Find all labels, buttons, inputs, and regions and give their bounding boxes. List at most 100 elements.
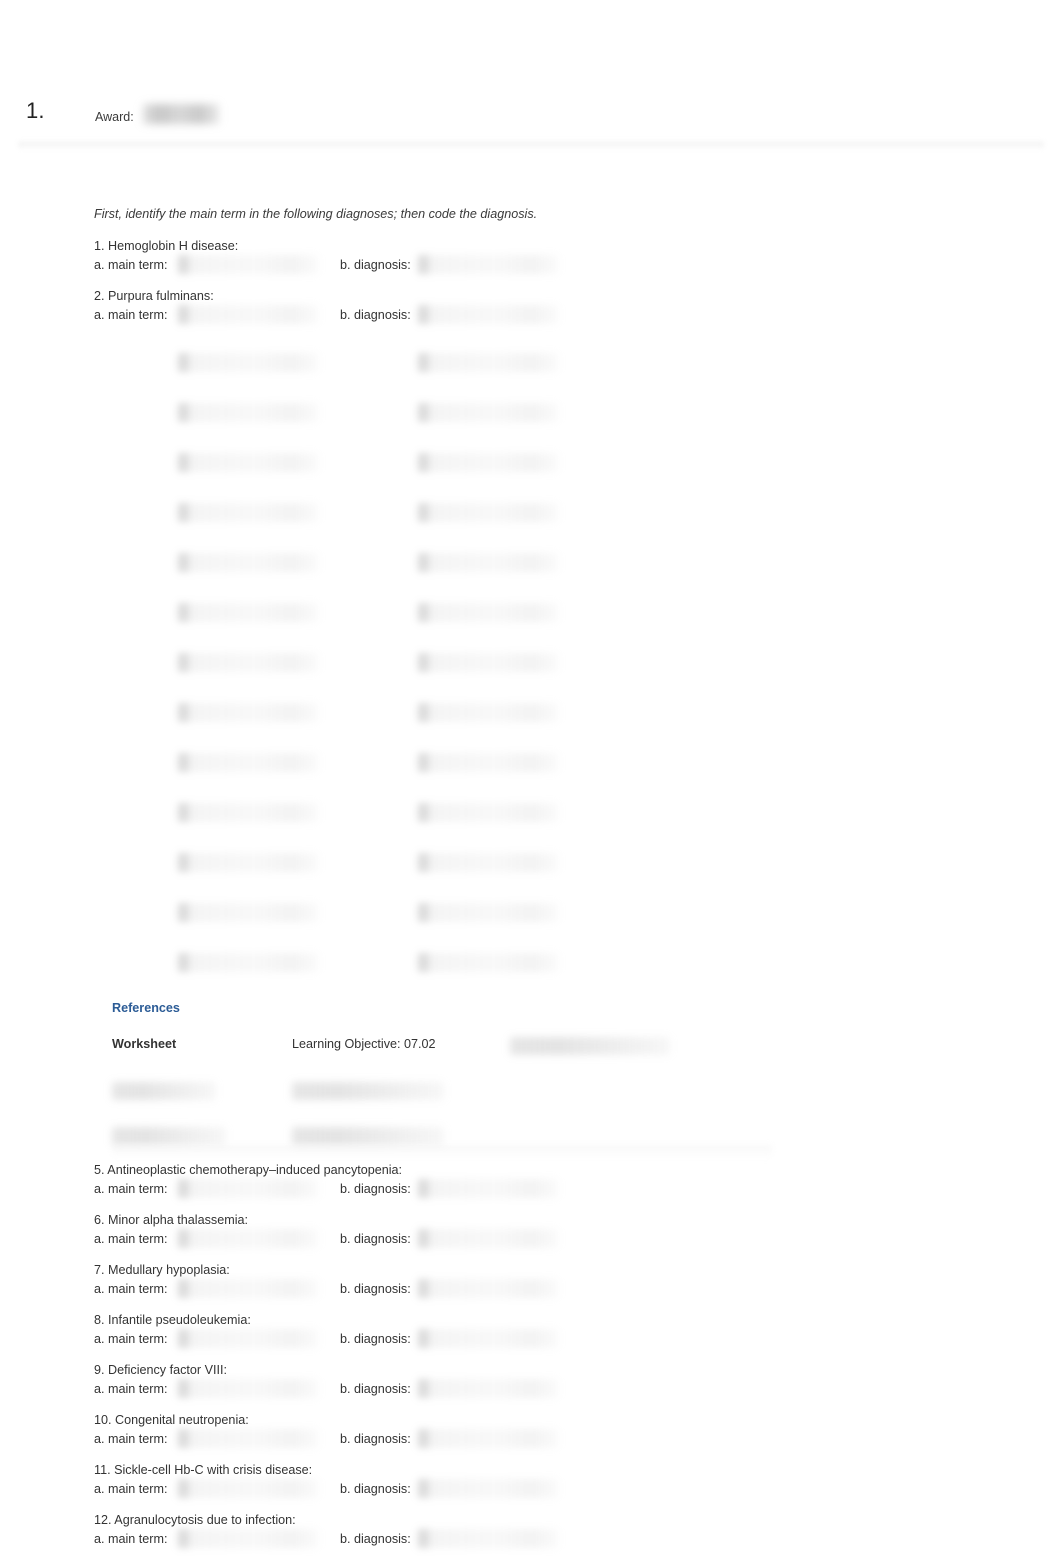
question-header: 1. Award: (0, 98, 1062, 142)
reference-redacted-label (112, 1082, 216, 1100)
main-term-input[interactable] (178, 1279, 318, 1298)
main-term-label: a. main term: (94, 1332, 168, 1346)
diagnosis-label: b. diagnosis: (340, 1432, 411, 1446)
main-term-input[interactable] (178, 703, 318, 722)
diagnosis-input[interactable] (418, 1229, 558, 1248)
references-title[interactable]: References (112, 1001, 180, 1015)
reference-learning-objective: Learning Objective: 07.02 (292, 1037, 436, 1051)
header-divider (18, 140, 1044, 149)
main-term-label: a. main term: (94, 1232, 168, 1246)
main-term-input[interactable] (178, 255, 318, 274)
diagnosis-input[interactable] (418, 703, 558, 722)
diagnosis-input[interactable] (418, 853, 558, 872)
reference-redacted-value (292, 1127, 444, 1145)
question-title: 12. Agranulocytosis due to infection: (94, 1513, 296, 1527)
diagnosis-label: b. diagnosis: (340, 1482, 411, 1496)
diagnosis-input[interactable] (418, 305, 558, 324)
redacted-answer-row (94, 648, 594, 698)
redacted-answer-row (94, 548, 594, 598)
diagnosis-input[interactable] (418, 1379, 558, 1398)
diagnosis-input[interactable] (418, 653, 558, 672)
main-term-input[interactable] (178, 753, 318, 772)
diagnosis-input[interactable] (418, 1429, 558, 1448)
question-title: 1. Hemoglobin H disease: (94, 239, 239, 253)
redacted-answer-fields-stack (94, 348, 594, 998)
diagnosis-input[interactable] (418, 255, 558, 274)
redacted-answer-row (94, 798, 594, 848)
main-term-label: a. main term: (94, 1482, 168, 1496)
worksheet-page: 1. Award: First, identify the main term … (0, 0, 1062, 1556)
main-term-label: a. main term: (94, 308, 168, 322)
question-item: 9. Deficiency factor VIII: a. main term: b… (94, 1362, 614, 1401)
diagnosis-input[interactable] (418, 503, 558, 522)
diagnosis-input[interactable] (418, 753, 558, 772)
award-value-redacted (143, 104, 219, 124)
main-term-input[interactable] (178, 653, 318, 672)
main-term-input[interactable] (178, 603, 318, 622)
diagnosis-input[interactable] (418, 953, 558, 972)
main-term-input[interactable] (178, 403, 318, 422)
main-term-input[interactable] (178, 553, 318, 572)
reference-redacted-label (112, 1127, 226, 1145)
diagnosis-label: b. diagnosis: (340, 308, 411, 322)
question-title: 2. Purpura fulminans: (94, 289, 214, 303)
diagnosis-input[interactable] (418, 453, 558, 472)
main-term-input[interactable] (178, 305, 318, 324)
reference-redacted-value (292, 1082, 444, 1100)
redacted-answer-row (94, 848, 594, 898)
main-term-label: a. main term: (94, 1532, 168, 1546)
question-title: 6. Minor alpha thalassemia: (94, 1213, 249, 1227)
main-term-input[interactable] (178, 1379, 318, 1398)
main-term-input[interactable] (178, 1479, 318, 1498)
main-term-input[interactable] (178, 503, 318, 522)
diagnosis-input[interactable] (418, 1179, 558, 1198)
question-item-2: 2. Purpura fulminans: a. main term: b. d… (94, 288, 558, 327)
diagnosis-input[interactable] (418, 403, 558, 422)
diagnosis-input[interactable] (418, 1329, 558, 1348)
diagnosis-label: b. diagnosis: (340, 258, 411, 272)
main-term-label: a. main term: (94, 1382, 168, 1396)
reference-worksheet-label: Worksheet (112, 1037, 177, 1051)
main-term-input[interactable] (178, 353, 318, 372)
main-term-input[interactable] (178, 1429, 318, 1448)
diagnosis-input[interactable] (418, 1529, 558, 1548)
references-fade (112, 1145, 772, 1159)
diagnosis-label: b. diagnosis: (340, 1182, 411, 1196)
answer-row: a. main term: b. diagnosis: (94, 1529, 614, 1551)
diagnosis-input[interactable] (418, 1479, 558, 1498)
main-term-label: a. main term: (94, 258, 168, 272)
question-item: 5. Antineoplastic chemotherapy–induced p… (94, 1162, 614, 1201)
question-title: 10. Congenital neutropenia: (94, 1413, 249, 1427)
diagnosis-input[interactable] (418, 903, 558, 922)
reference-redacted-value (510, 1037, 670, 1055)
diagnosis-label: b. diagnosis: (340, 1332, 411, 1346)
diagnosis-input[interactable] (418, 553, 558, 572)
diagnosis-input[interactable] (418, 603, 558, 622)
diagnosis-label: b. diagnosis: (340, 1532, 411, 1546)
question-number: 1. (26, 98, 45, 123)
redacted-answer-row (94, 348, 594, 398)
redacted-answer-row (94, 898, 594, 948)
instruction-text: First, identify the main term in the fol… (94, 207, 538, 221)
main-term-input[interactable] (178, 1329, 318, 1348)
main-term-input[interactable] (178, 1529, 318, 1548)
main-term-label: a. main term: (94, 1432, 168, 1446)
main-term-input[interactable] (178, 803, 318, 822)
main-term-input[interactable] (178, 953, 318, 972)
diagnosis-input[interactable] (418, 1279, 558, 1298)
question-item: 11. Sickle-cell Hb-C with crisis disease… (94, 1462, 614, 1501)
question-item: 7. Medullary hypoplasia: a. main term: b. … (94, 1262, 614, 1301)
main-term-input[interactable] (178, 1179, 318, 1198)
question-title: 7. Medullary hypoplasia: (94, 1263, 230, 1277)
main-term-input[interactable] (178, 853, 318, 872)
question-item: 10. Congenital neutropenia: a. main term:… (94, 1412, 614, 1451)
answer-row: a. main term: b. diagnosis: (94, 1329, 614, 1351)
diagnosis-input[interactable] (418, 353, 558, 372)
award-label: Award: (95, 110, 134, 124)
main-term-input[interactable] (178, 453, 318, 472)
main-term-input[interactable] (178, 1229, 318, 1248)
diagnosis-label: b. diagnosis: (340, 1382, 411, 1396)
answer-row: a. main term: b. diagnosis: (94, 1229, 614, 1251)
main-term-input[interactable] (178, 903, 318, 922)
diagnosis-input[interactable] (418, 803, 558, 822)
